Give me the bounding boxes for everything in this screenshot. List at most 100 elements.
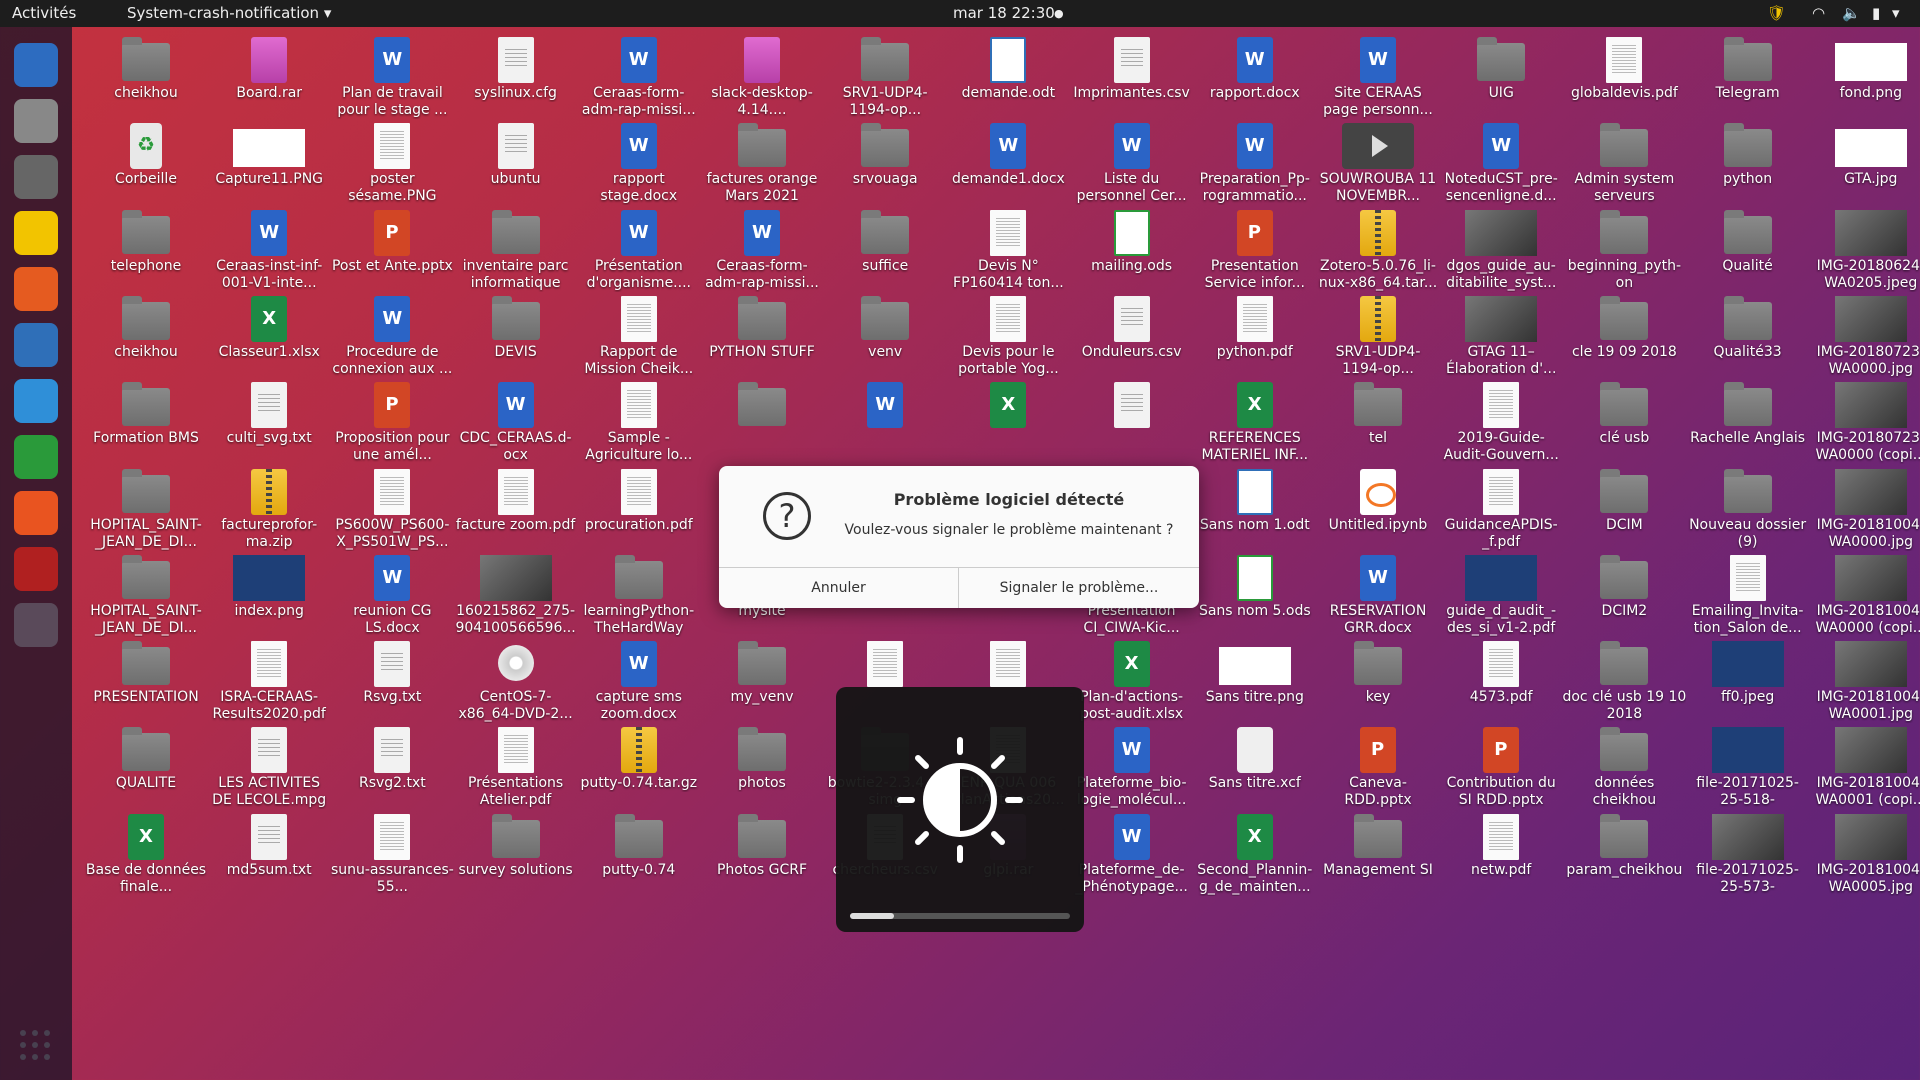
desktop-icon-label: ff0.jpeg: [1720, 689, 1775, 706]
desktop-icon-label: IMG-20181004-WA0005.jpg: [1816, 861, 1920, 895]
text-file-icon: [374, 727, 411, 774]
word-document-icon: [1360, 37, 1396, 83]
dock-item[interactable]: [8, 37, 64, 93]
desktop-icon-label: Rsvg2.txt: [358, 775, 426, 792]
desktop-icon-label: Preparation_Pp-rogrammatio...: [1199, 171, 1310, 205]
desktop-icon[interactable]: putty-0.74: [577, 808, 701, 913]
folder-icon: [491, 209, 540, 254]
word-document-icon: [1113, 727, 1150, 774]
image-thumbnail-icon: [1834, 295, 1907, 342]
desktop-icon-label: beginning_pyth-on: [1567, 257, 1682, 291]
notification-dot-icon: ●: [1054, 7, 1064, 20]
dialog-message: Voulez-vous signaler le problème mainten…: [844, 522, 1174, 538]
word-document-icon: [1360, 554, 1396, 601]
dock-item[interactable]: [8, 317, 64, 373]
desktop-icon-label: Sans nom 1.odt: [1199, 516, 1310, 533]
desktop-icon-label: Caneva-RDD.pptx: [1344, 775, 1412, 809]
image-thumbnail-icon: [1834, 727, 1907, 774]
desktop-icon-label: param_cheikhou: [1566, 861, 1683, 878]
crash-report-dialog: ? Problème logiciel détecté Voulez-vous …: [719, 466, 1199, 608]
desktop-icon-label: netw.pdf: [1471, 861, 1532, 878]
desktop-icon-label: srvouaga: [852, 171, 918, 188]
desktop-icon-label: REFERENCES MATERIEL INF...: [1201, 430, 1309, 464]
dock-item[interactable]: [8, 597, 64, 653]
desktop-icon[interactable]: Base de données finale...: [84, 808, 208, 913]
desktop-icon-label: 160215862_275-904100566596...: [455, 602, 576, 636]
image-thumbnail-icon: [1711, 727, 1784, 774]
archive-icon: [251, 468, 288, 515]
desktop-icon[interactable]: IMG-20181004-WA0005.jpg: [1809, 808, 1920, 913]
cancel-button[interactable]: Annuler: [719, 567, 959, 608]
word-document-icon: [620, 641, 657, 688]
shield-icon[interactable]: 🛡: [1767, 4, 1786, 22]
activities-button[interactable]: Activités: [12, 4, 76, 22]
desktop-icon-label: putty-0.74.tar.gz: [580, 775, 698, 792]
desktop-icon-label: GTAG 11– Élaboration d'...: [1445, 343, 1557, 377]
text-file-icon: [1113, 37, 1150, 83]
desktop-icon[interactable]: param_cheikhou: [1562, 808, 1686, 913]
desktop-icon-label: Board.rar: [236, 85, 303, 101]
image-thumbnail-icon: [1465, 209, 1538, 256]
desktop-icon[interactable]: survey solutions: [454, 808, 578, 913]
desktop-icon[interactable]: sunu-assurances-55...: [330, 808, 454, 913]
desktop-icon[interactable]: md5sum.txt: [207, 808, 331, 913]
desktop-icon-label: SOUWROUBA 11 NOVEMBR...: [1319, 171, 1437, 205]
desktop-icon-label: SRV1-UDP4-1194-op...: [1335, 343, 1421, 377]
presentation-icon: [374, 209, 411, 256]
desktop-icon[interactable]: Plateforme_de-_Phénotypage...: [1070, 808, 1194, 913]
pdf-file-icon: [251, 641, 288, 688]
gimp-file-icon: [1236, 727, 1273, 774]
pdf-file-icon: [374, 813, 411, 860]
dock-item[interactable]: [8, 373, 64, 429]
help-icon: [14, 379, 58, 423]
folder-icon: [614, 554, 663, 599]
firefox-icon: [14, 267, 58, 311]
desktop-icon-label: culti_svg.txt: [226, 430, 312, 447]
image-thumbnail-icon: [1711, 641, 1784, 688]
text-file-icon: [497, 37, 534, 83]
desktop-icon[interactable]: Photos GCRF: [700, 808, 824, 913]
desktop-icon-label: sunu-assurances-55...: [330, 861, 454, 895]
desktop-icon-label: globaldevis.pdf: [1570, 85, 1678, 101]
battery-icon[interactable]: ▮: [1872, 4, 1880, 22]
desktop-icon[interactable]: netw.pdf: [1439, 808, 1563, 913]
clock[interactable]: mar 18 22:30: [953, 4, 1055, 22]
word-document-icon: [1483, 123, 1520, 170]
dock-item[interactable]: [8, 261, 64, 317]
dock-item[interactable]: [8, 485, 64, 541]
word-document-icon: [374, 295, 411, 342]
folder-icon: [122, 468, 170, 513]
report-problem-button[interactable]: Signaler le problème...: [959, 567, 1199, 608]
volume-icon[interactable]: 🔈: [1842, 4, 1861, 22]
desktop-icon-label: SRV1-UDP4-1194-op...: [842, 85, 928, 118]
dock-item[interactable]: [8, 93, 64, 149]
desktop-icon-label: Proposition pour une amél...: [335, 430, 450, 464]
desktop-icon-label: IMG-20180624-WA0205.jpeg: [1816, 257, 1920, 291]
folder-icon: [122, 382, 170, 427]
system-menu-chevron-icon[interactable]: ▾: [1892, 4, 1900, 22]
brightness-level-fill: [850, 913, 894, 919]
desktop-icon-label: Ceraas-form-adm-rap-missi...: [581, 85, 696, 118]
desktop-icon-label: ISRA-CERAAS-Results2020.pdf: [212, 689, 326, 723]
folder-icon: [738, 295, 786, 340]
dock-item[interactable]: [8, 205, 64, 261]
wifi-icon[interactable]: ◠: [1812, 4, 1825, 22]
desktop-icon-label: Telegram: [1715, 85, 1780, 101]
screen-recorder-icon: [14, 547, 58, 591]
desktop-icon-label: Plan-d'actions-post-audit.xlsx: [1079, 689, 1184, 723]
desktop-icon-label: HOPITAL_SAINT-_JEAN_DE_DI...: [90, 516, 202, 550]
desktop-icon[interactable]: file-20171025-25-573-1u2zpzx.jpg: [1686, 808, 1810, 913]
app-menu-button[interactable]: System-crash-notification ▾: [127, 4, 331, 22]
text-file-icon: [374, 641, 411, 688]
desktop-icon[interactable]: Second_Plannin-g_de_mainten...: [1193, 808, 1317, 913]
desktop-icon-label: telephone: [110, 257, 182, 274]
dock-item[interactable]: [8, 541, 64, 597]
desktop-icon-label: Ceraas-inst-inf-001-V1-inte...: [216, 257, 323, 291]
dock-item[interactable]: [8, 429, 64, 485]
dock-item[interactable]: [8, 149, 64, 205]
folder-icon: [738, 641, 786, 686]
desktop-icon[interactable]: Management SI: [1316, 808, 1440, 913]
search-magnifier-icon: [14, 155, 58, 199]
folder-icon: [122, 641, 170, 686]
folder-icon: [738, 813, 786, 858]
